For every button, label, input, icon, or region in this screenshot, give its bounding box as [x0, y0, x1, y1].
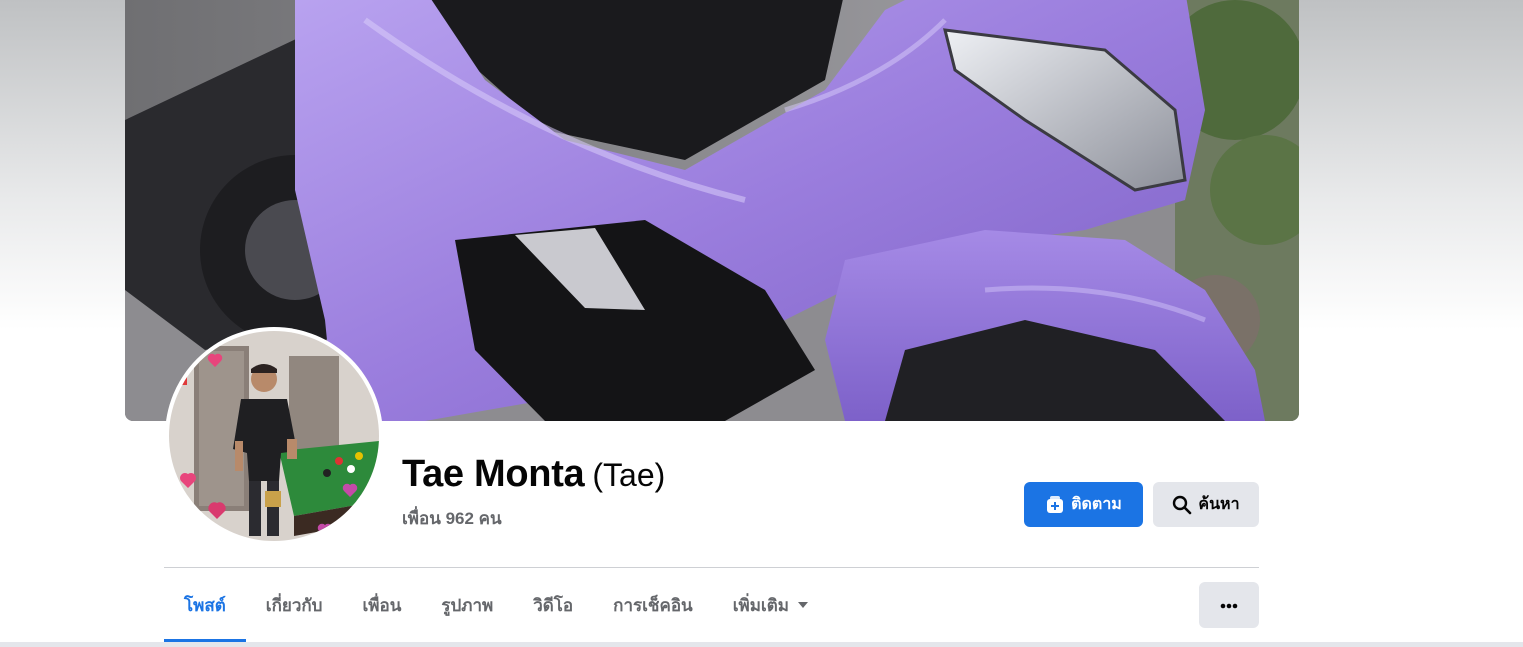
more-options-icon: [1220, 596, 1238, 614]
more-options-button[interactable]: [1199, 582, 1259, 628]
search-button[interactable]: ค้นหา: [1153, 482, 1259, 527]
caret-down-icon: [797, 601, 809, 609]
follow-button-label: ติดตาม: [1071, 496, 1122, 513]
tab-friends[interactable]: เพื่อน: [342, 568, 421, 642]
search-button-label: ค้นหา: [1198, 496, 1240, 513]
tab-more-label: เพิ่มเติม: [732, 595, 789, 615]
tab-photos-label: รูปภาพ: [441, 595, 494, 615]
tab-about[interactable]: เกี่ยวกับ: [246, 568, 343, 642]
profile-name: Tae Monta (Tae): [402, 452, 665, 504]
profile-name-main: Tae Monta: [402, 453, 585, 495]
follow-button[interactable]: ติดตาม: [1024, 482, 1143, 527]
tab-posts-label: โพสต์: [184, 595, 226, 615]
tab-videos[interactable]: วิดีโอ: [513, 568, 593, 642]
tab-checkins[interactable]: การเช็คอิน: [593, 568, 713, 642]
search-icon: [1172, 495, 1192, 515]
page-bottom-strip: [0, 642, 1523, 647]
tab-about-label: เกี่ยวกับ: [265, 595, 323, 615]
tab-videos-label: วิดีโอ: [533, 595, 574, 615]
profile-tabs: โพสต์ เกี่ยวกับ เพื่อน รูปภาพ วิดีโอ การ…: [164, 568, 829, 642]
tab-friends-label: เพื่อน: [362, 595, 402, 615]
tab-checkins-label: การเช็คอิน: [613, 595, 693, 615]
tab-posts[interactable]: โพสต์: [164, 568, 246, 642]
profile-avatar-image: [169, 331, 379, 541]
tab-more[interactable]: เพิ่มเติม: [713, 568, 829, 642]
follow-icon: [1045, 495, 1065, 515]
friends-count-link[interactable]: เพื่อน 962 คน: [402, 505, 502, 532]
tab-photos[interactable]: รูปภาพ: [421, 568, 513, 642]
profile-avatar[interactable]: [165, 327, 383, 545]
profile-name-alternate: (Tae): [592, 457, 666, 493]
